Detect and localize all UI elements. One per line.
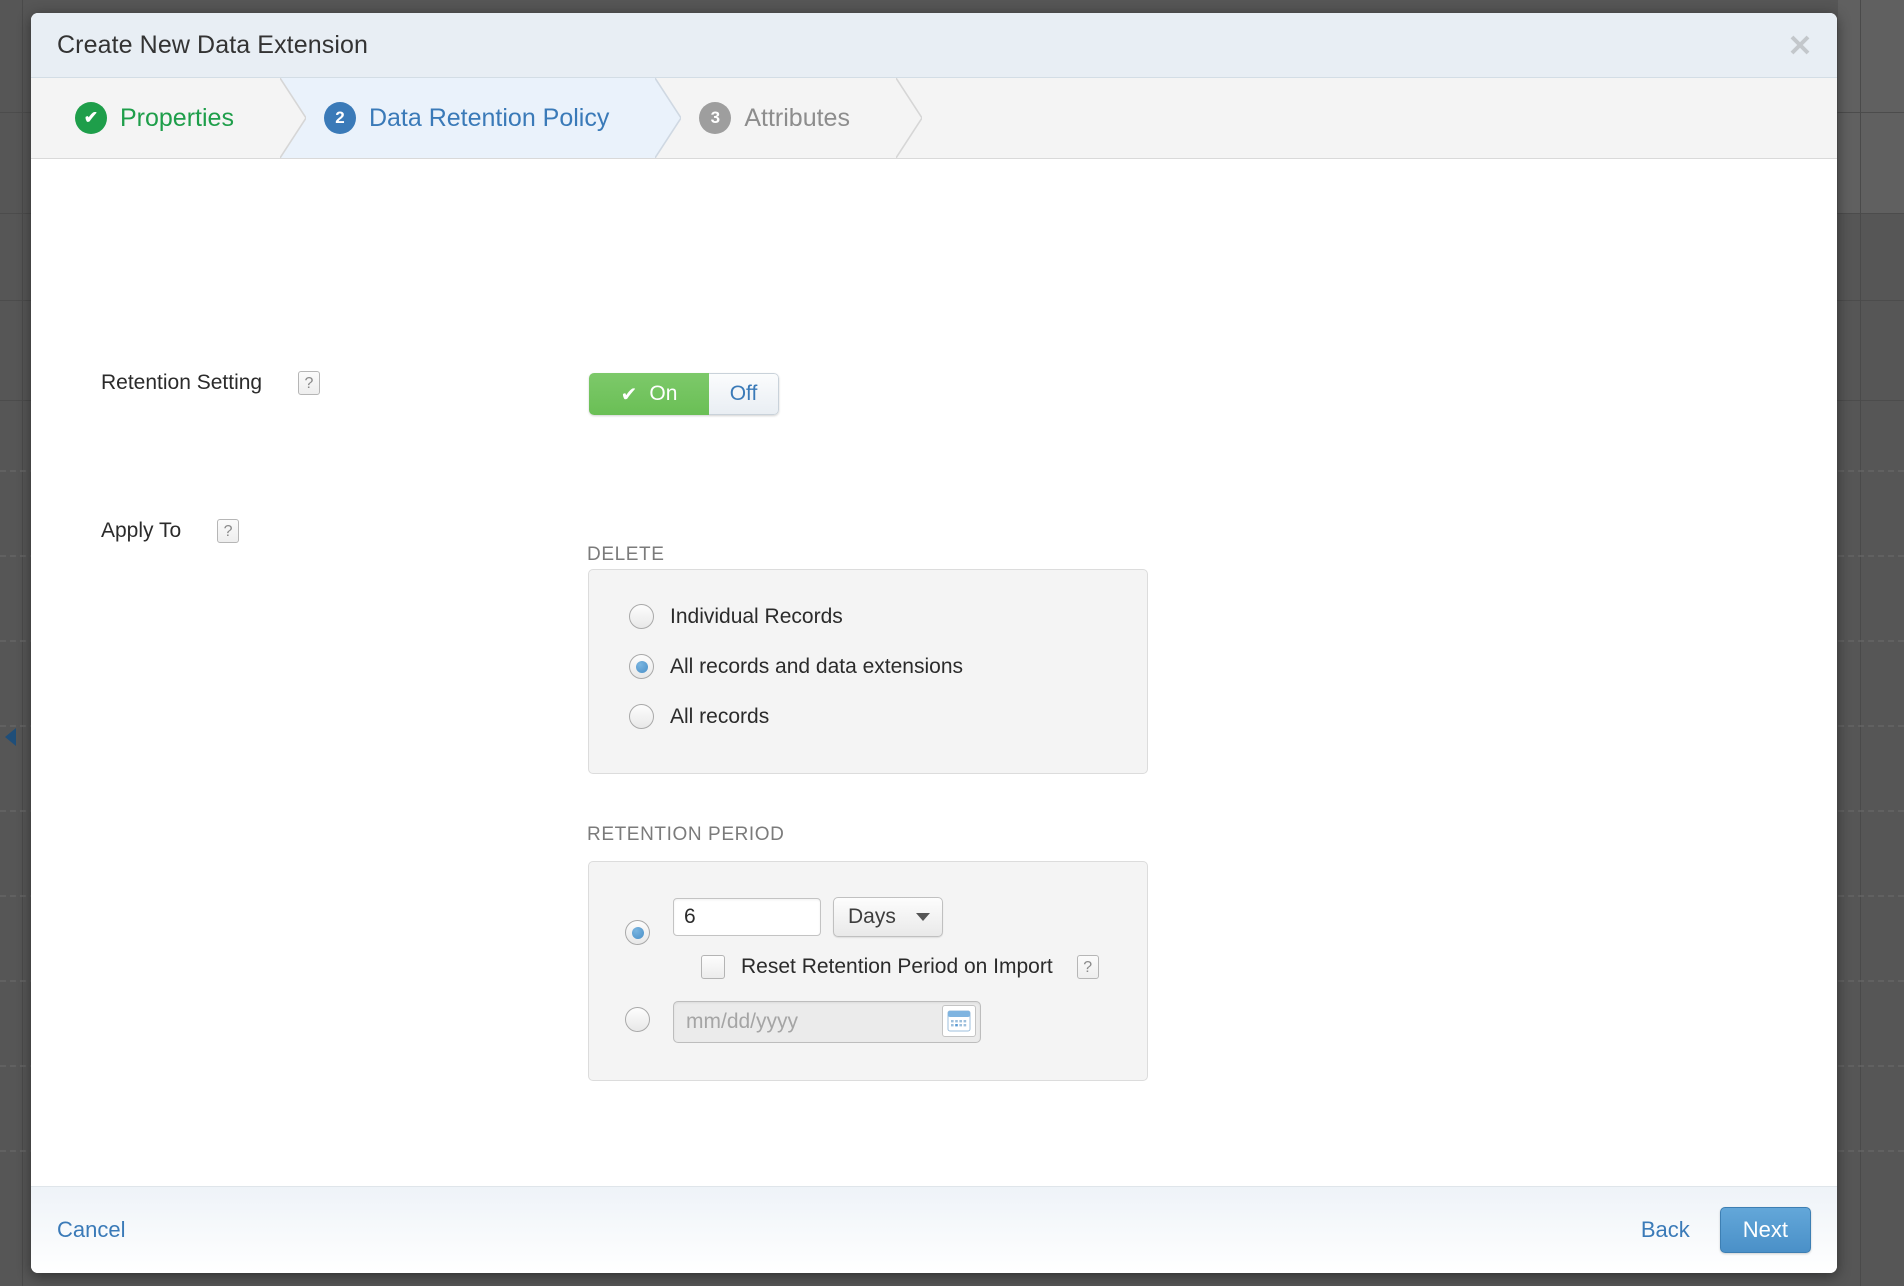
- radio-indicator[interactable]: [629, 704, 654, 729]
- retention-setting-label-row: Retention Setting ?: [101, 371, 320, 396]
- delete-group-caption: DELETE: [587, 544, 665, 565]
- wizard-step-attributes[interactable]: 3 Attributes: [655, 78, 923, 158]
- radio-label: All records: [670, 704, 770, 728]
- wizard-steps: ✔ Properties 2 Data Retention Policy 3 A…: [31, 78, 1837, 159]
- create-data-extension-dialog: Create New Data Extension ✔ Properties 2…: [31, 13, 1837, 1273]
- apply-to-label-row: Apply To ?: [101, 519, 240, 544]
- close-icon[interactable]: [1783, 28, 1817, 62]
- collapse-panel-arrow-icon[interactable]: [5, 728, 16, 746]
- check-icon: ✔: [620, 383, 638, 406]
- backdrop-header-block: [1838, 0, 1904, 112]
- radio-indicator[interactable]: [629, 604, 654, 629]
- duration-controls: Days: [673, 897, 943, 937]
- next-button[interactable]: Next: [1719, 1207, 1811, 1253]
- radio-option-all-records[interactable]: All records: [629, 704, 1147, 729]
- footer-actions: Back Next: [1641, 1207, 1811, 1253]
- duration-radio-wrapper[interactable]: [625, 920, 650, 945]
- dialog-body: Retention Setting ? ✔ On Off Apply To ? …: [31, 159, 1837, 1186]
- toggle-option-off[interactable]: Off: [709, 373, 779, 415]
- step-status-check-icon: ✔: [75, 102, 107, 134]
- apply-to-help-icon[interactable]: ?: [217, 519, 240, 544]
- backdrop-header-block: [1838, 113, 1904, 213]
- dialog-header: Create New Data Extension: [31, 13, 1837, 78]
- dialog-footer: Cancel Back Next: [31, 1186, 1837, 1273]
- retention-unit-value: Days: [848, 905, 896, 928]
- retention-setting-help-icon[interactable]: ?: [297, 371, 320, 396]
- step-number-badge: 2: [323, 102, 356, 134]
- backdrop-column-line: [22, 0, 23, 1286]
- cancel-button[interactable]: Cancel: [57, 1217, 125, 1243]
- step-chevron-icon: [895, 78, 923, 158]
- radio-option-all-records-and-data-extensions[interactable]: All records and data extensions: [629, 654, 1147, 679]
- page-title: Create New Data Extension: [57, 30, 368, 59]
- reset-retention-checkbox[interactable]: [701, 955, 725, 979]
- toggle-on-label: On: [649, 382, 678, 405]
- delete-options-group: Individual Records All records and data …: [588, 569, 1148, 774]
- reset-retention-help-icon[interactable]: ?: [1076, 955, 1099, 979]
- date-radio-wrapper[interactable]: [625, 1007, 650, 1032]
- radio-indicator-date[interactable]: [625, 1007, 650, 1032]
- wizard-step-data-retention-policy[interactable]: 2 Data Retention Policy: [279, 78, 683, 158]
- retention-setting-label: Retention Setting: [101, 371, 263, 394]
- wizard-step-label: Properties: [120, 103, 234, 132]
- retention-unit-select[interactable]: Days: [833, 897, 943, 937]
- reset-retention-row[interactable]: Reset Retention Period on Import ?: [701, 955, 1099, 979]
- calendar-icon[interactable]: [942, 1005, 976, 1037]
- radio-label: All records and data extensions: [670, 654, 964, 678]
- wizard-step-label: Attributes: [744, 103, 850, 132]
- wizard-step-properties[interactable]: ✔ Properties: [31, 78, 307, 158]
- retention-setting-toggle[interactable]: ✔ On Off: [589, 373, 779, 415]
- backdrop-column-line: [1860, 0, 1861, 1286]
- retention-period-caption: RETENTION PERIOD: [587, 824, 785, 845]
- radio-label: Individual Records: [670, 604, 843, 628]
- wizard-step-label: Data Retention Policy: [368, 103, 610, 132]
- back-button[interactable]: Back: [1641, 1217, 1690, 1243]
- retention-date-placeholder: mm/dd/yyyy: [686, 1010, 799, 1033]
- reset-retention-label: Reset Retention Period on Import: [741, 955, 1053, 978]
- retention-duration-input[interactable]: [673, 898, 821, 936]
- retention-date-field[interactable]: mm/dd/yyyy: [673, 1001, 981, 1043]
- apply-to-label: Apply To: [101, 519, 182, 542]
- retention-period-group: Days Reset Retention Period on Import ? …: [588, 861, 1148, 1081]
- toggle-off-label: Off: [729, 382, 758, 405]
- toggle-option-on[interactable]: ✔ On: [589, 373, 709, 415]
- step-number-badge: 3: [699, 102, 732, 134]
- radio-option-individual-records[interactable]: Individual Records: [629, 604, 1147, 629]
- chevron-down-icon: [915, 913, 930, 921]
- radio-indicator[interactable]: [629, 654, 654, 679]
- radio-indicator-duration[interactable]: [625, 920, 650, 945]
